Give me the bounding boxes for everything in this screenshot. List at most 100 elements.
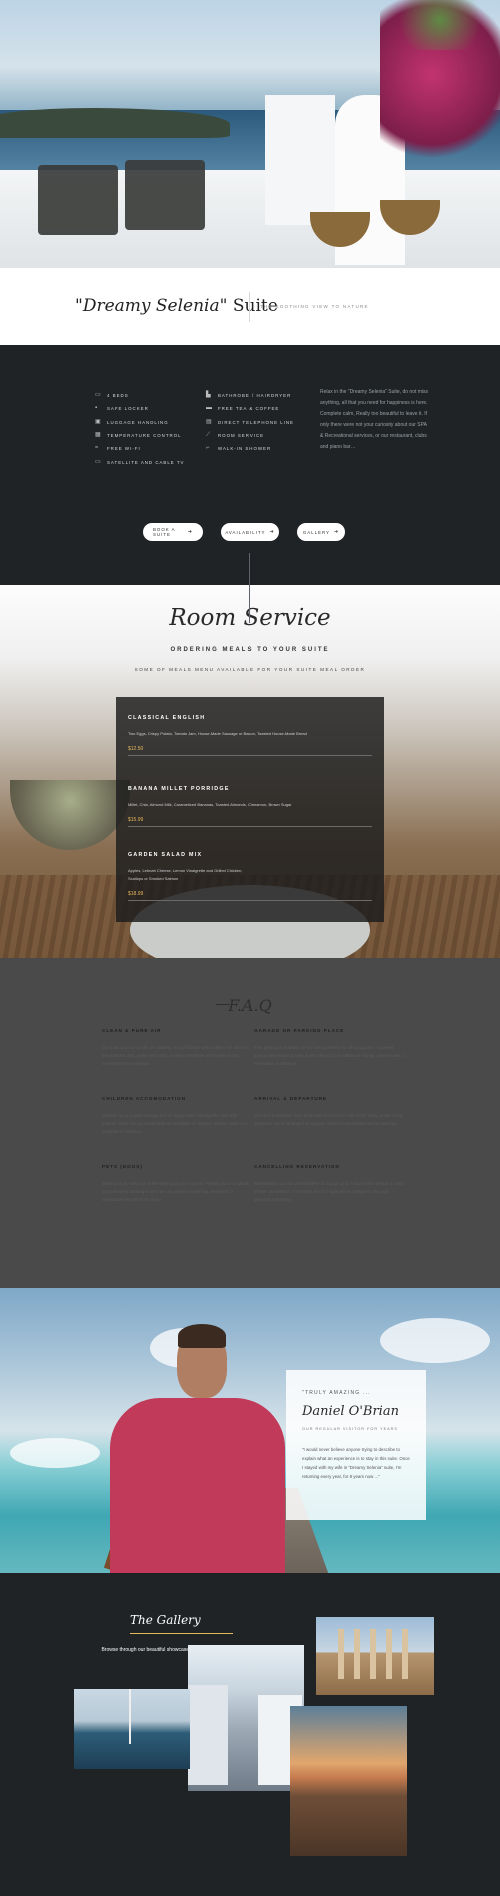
- amenity-label: FREE TEA & COFFEE: [218, 406, 280, 412]
- gallery-photo-pier[interactable]: [290, 1706, 407, 1856]
- menu-item-description: Two Eggs, Crispy Potato, Tomato Jam, Hou…: [128, 731, 307, 736]
- button-label: GALLERY: [302, 529, 330, 535]
- amenity-label: SATELLITE AND CABLE TV: [107, 459, 185, 465]
- arrow-right-icon: ➜: [187, 529, 193, 535]
- gallery-photo-ruins[interactable]: [316, 1617, 434, 1695]
- faq-item: PETS (DOGS) Small pets are welcome in th…: [102, 1164, 252, 1204]
- menu-item-price: $15.99: [128, 817, 144, 823]
- faq-question: GARAGE OR PARKING PLACE: [254, 1028, 345, 1033]
- faq-item: CLEAN & PURE AIR Our suite and rooms wit…: [102, 1028, 252, 1068]
- lock-icon: ▪: [95, 405, 99, 412]
- faq-answer: Small pets are welcome in the suite upon…: [102, 1181, 249, 1202]
- gallery-button[interactable]: GALLERY ➜: [297, 523, 345, 541]
- gallery-section: The Gallery Browse through our beautiful…: [0, 1573, 500, 1896]
- faq-item: CANCELLING RESERVATION Reservations can …: [254, 1164, 404, 1204]
- column: [370, 1629, 376, 1679]
- menu-item: GARDEN SALAD MIX Apples, Lebnah Cheese, …: [128, 852, 372, 901]
- button-label: BOOK A SUITE: [153, 527, 176, 537]
- testimonial-section: "TRULY AMAZING ... Daniel O'Brian OUR RE…: [0, 1288, 500, 1573]
- amenity-item: ▬ FREE TEA & COFFEE: [206, 402, 294, 415]
- suite-description: Relax in the "Dreamy Selenia" Suite, do …: [320, 389, 429, 450]
- amenities-column-1: ▭ 4 BEDS ▪ SAFE LOCKER ▣ LUGGAGE HANDLING ▦ TEM…: [95, 389, 184, 469]
- room-service-caption: SOME OF MEALS MENU AVAILABLE FOR YOUR SU…: [134, 667, 366, 672]
- availability-button[interactable]: AVAILABILITY ➜: [221, 523, 279, 541]
- amenities-column-2: ▙ BATHROBE / HAIRDRYER ▬ FREE TEA & COFFEE ▤…: [206, 389, 294, 455]
- suite-name: "Dreamy Selenia" Suite: [75, 296, 278, 316]
- amenity-label: FREE WI-FI: [107, 446, 141, 452]
- amenity-label: WALK-IN SHOWER: [218, 446, 272, 452]
- amenity-item: ▙ BATHROBE / HAIRDRYER: [206, 389, 294, 402]
- action-buttons: BOOK A SUITE ➜ AVAILABILITY ➜ GALLERY ➜: [143, 523, 345, 541]
- menu-item-name: CLASSICAL ENGLISH: [128, 715, 206, 721]
- menu-item-price: $12.50: [128, 746, 144, 752]
- testimonial-kicker: "TRULY AMAZING ...: [302, 1390, 371, 1396]
- amenity-label: SAFE LOCKER: [107, 406, 149, 412]
- arrow-right-icon: ➜: [269, 529, 275, 535]
- room-service-subtitle: ORDERING MEALS TO YOUR SUITE: [170, 647, 330, 653]
- amenity-item: ▤ DIRECT TELEPHONE LINE: [206, 416, 294, 429]
- menu-item-description: Apples, Lebnah Cheese, Lemon Vinaigrette…: [128, 868, 243, 881]
- guest-hair: [178, 1324, 226, 1348]
- menu-divider: [128, 826, 372, 827]
- testimonial-role: OUR REGULAR VISITOR FOR YEARS: [302, 1427, 398, 1431]
- hero-island: [0, 108, 230, 138]
- gallery-title: The Gallery: [130, 1613, 201, 1627]
- suite-title-bar: "Dreamy Selenia" Suite THE SOOTHING VIEW…: [0, 268, 500, 345]
- faq-item: ARRIVAL & DEPARTURE Check-in is availabl…: [254, 1096, 404, 1128]
- faq-question: CHILDREN ACCOMODATION: [102, 1096, 187, 1101]
- gallery-title-underline: [130, 1633, 233, 1634]
- amenities-section: ▭ 4 BEDS ▪ SAFE LOCKER ▣ LUGGAGE HANDLING ▦ TEM…: [0, 345, 500, 623]
- salad-bowl-image: [10, 780, 130, 850]
- amenity-item: ⟋ ROOM SERVICE: [206, 429, 294, 442]
- mast: [129, 1689, 131, 1744]
- menu-item-name: GARDEN SALAD MIX: [128, 852, 203, 858]
- faq-title: F.A.Q: [228, 996, 272, 1015]
- room-service-section: Room Service ORDERING MEALS TO YOUR SUIT…: [0, 585, 500, 958]
- faq-question: PETS (DOGS): [102, 1164, 143, 1169]
- hero-wall: [265, 95, 335, 225]
- amenity-label: TEMPERATURE CONTROL: [107, 433, 182, 439]
- book-a-suite-button[interactable]: BOOK A SUITE ➜: [143, 523, 203, 541]
- menu-item-name: BANANA MILLET PORRIDGE: [128, 786, 230, 792]
- menu-divider: [128, 755, 372, 756]
- menu-card: CLASSICAL ENGLISH Two Eggs, Crispy Potat…: [116, 697, 384, 922]
- amenity-item: ⌐ WALK-IN SHOWER: [206, 442, 294, 455]
- button-label: AVAILABILITY: [225, 529, 266, 535]
- amenity-item: ≈ FREE WI-FI: [95, 442, 184, 455]
- cloud: [380, 1318, 490, 1363]
- hero-chair: [38, 165, 118, 235]
- faq-answer: Free parking is available on the hotel p…: [254, 1045, 404, 1066]
- room-service-icon: ⟋: [206, 432, 212, 439]
- thermometer-icon: ▦: [95, 432, 102, 439]
- faq-question: CLEAN & PURE AIR: [102, 1028, 162, 1033]
- amenity-item: ▭ SATELLITE AND CABLE TV: [95, 455, 184, 468]
- gallery-photo-street[interactable]: [188, 1645, 304, 1791]
- faq-answer: Reservations can be cancelled free of ch…: [254, 1181, 404, 1202]
- building: [188, 1685, 228, 1785]
- column: [402, 1629, 408, 1679]
- section-connector-line: [249, 553, 250, 623]
- menu-item: CLASSICAL ENGLISH Two Eggs, Crispy Potat…: [128, 715, 372, 756]
- cloud: [10, 1438, 100, 1468]
- wifi-icon: ≈: [95, 445, 100, 452]
- hero-leaves: [390, 0, 490, 50]
- column: [386, 1629, 392, 1679]
- arrow-right-icon: ➜: [334, 529, 340, 535]
- menu-item-price: $18.99: [128, 891, 144, 897]
- page: "Dreamy Selenia" Suite THE SOOTHING VIEW…: [0, 0, 500, 1896]
- menu-item-description: Millet, Chia, Almond Milk, Caramelized B…: [128, 802, 292, 807]
- faq-item: GARAGE OR PARKING PLACE Free parking is …: [254, 1028, 404, 1068]
- bed-icon: ▭: [95, 392, 102, 399]
- hero-chair: [125, 160, 205, 230]
- amenity-label: BATHROBE / HAIRDRYER: [218, 393, 292, 399]
- amenity-label: ROOM SERVICE: [218, 433, 265, 439]
- faq-question: CANCELLING RESERVATION: [254, 1164, 340, 1169]
- amenity-item: ▣ LUGGAGE HANDLING: [95, 416, 184, 429]
- faq-answer: Check-in is available from 14:00 and che…: [254, 1113, 403, 1126]
- menu-item: BANANA MILLET PORRIDGE Millet, Chia, Alm…: [128, 786, 372, 827]
- gallery-photo-sailboat[interactable]: [74, 1689, 190, 1769]
- guest-photo: [110, 1398, 285, 1573]
- testimonial-card: "TRULY AMAZING ... Daniel O'Brian OUR RE…: [286, 1370, 426, 1520]
- phone-icon: ▤: [206, 418, 213, 425]
- tv-icon: ▭: [95, 458, 102, 465]
